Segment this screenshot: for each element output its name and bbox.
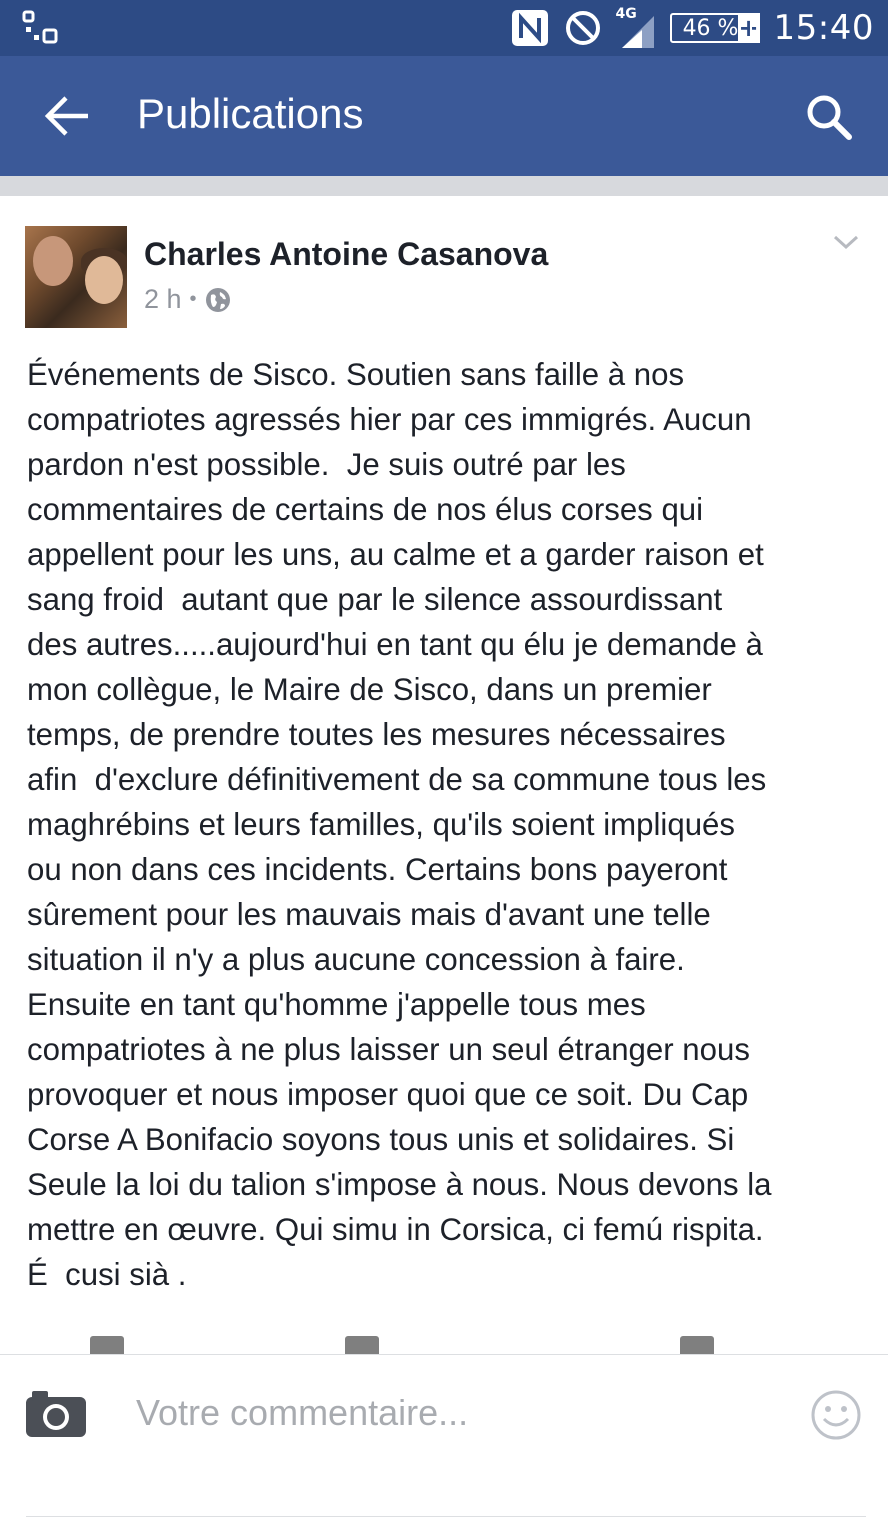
- post-author[interactable]: Charles Antoine Casanova: [144, 236, 548, 273]
- avatar[interactable]: [25, 226, 127, 328]
- like-button[interactable]: [90, 1336, 124, 1354]
- comment-button[interactable]: [345, 1336, 379, 1354]
- feed-separator: [0, 176, 888, 196]
- status-bar: 4G 46 % + 15:40: [0, 0, 888, 56]
- thumbs-up-icon: [90, 1336, 124, 1354]
- signal-icon: 4G: [616, 6, 656, 50]
- app-bar: Publications: [0, 56, 888, 176]
- clock: 15:40: [773, 8, 874, 48]
- page-title: Publications: [137, 90, 364, 137]
- share-icon: [680, 1336, 714, 1354]
- globe-icon: [205, 287, 230, 312]
- search-icon[interactable]: [804, 92, 854, 142]
- meta-separator: •: [189, 288, 197, 310]
- notification-icon: [22, 10, 58, 44]
- comment-input[interactable]: [136, 1385, 776, 1441]
- arrow-left-icon[interactable]: [42, 94, 92, 138]
- post-body: Événements de Sisco. Soutien sans faille…: [27, 357, 772, 1292]
- do-not-disturb-icon: [565, 11, 600, 45]
- comment-bar: [0, 1354, 888, 1461]
- post-actions: [0, 1322, 888, 1354]
- battery-level: 46 %: [669, 13, 752, 43]
- camera-icon[interactable]: [24, 1387, 88, 1439]
- share-button[interactable]: [680, 1336, 714, 1354]
- comment-icon: [345, 1336, 379, 1354]
- battery-icon: 46 % +: [669, 13, 760, 43]
- post-meta: 2 h •: [144, 284, 231, 315]
- smiley-icon[interactable]: [810, 1389, 862, 1441]
- chevron-down-icon[interactable]: [832, 232, 860, 252]
- nfc-icon: [511, 10, 548, 46]
- post-time[interactable]: 2 h: [144, 284, 182, 315]
